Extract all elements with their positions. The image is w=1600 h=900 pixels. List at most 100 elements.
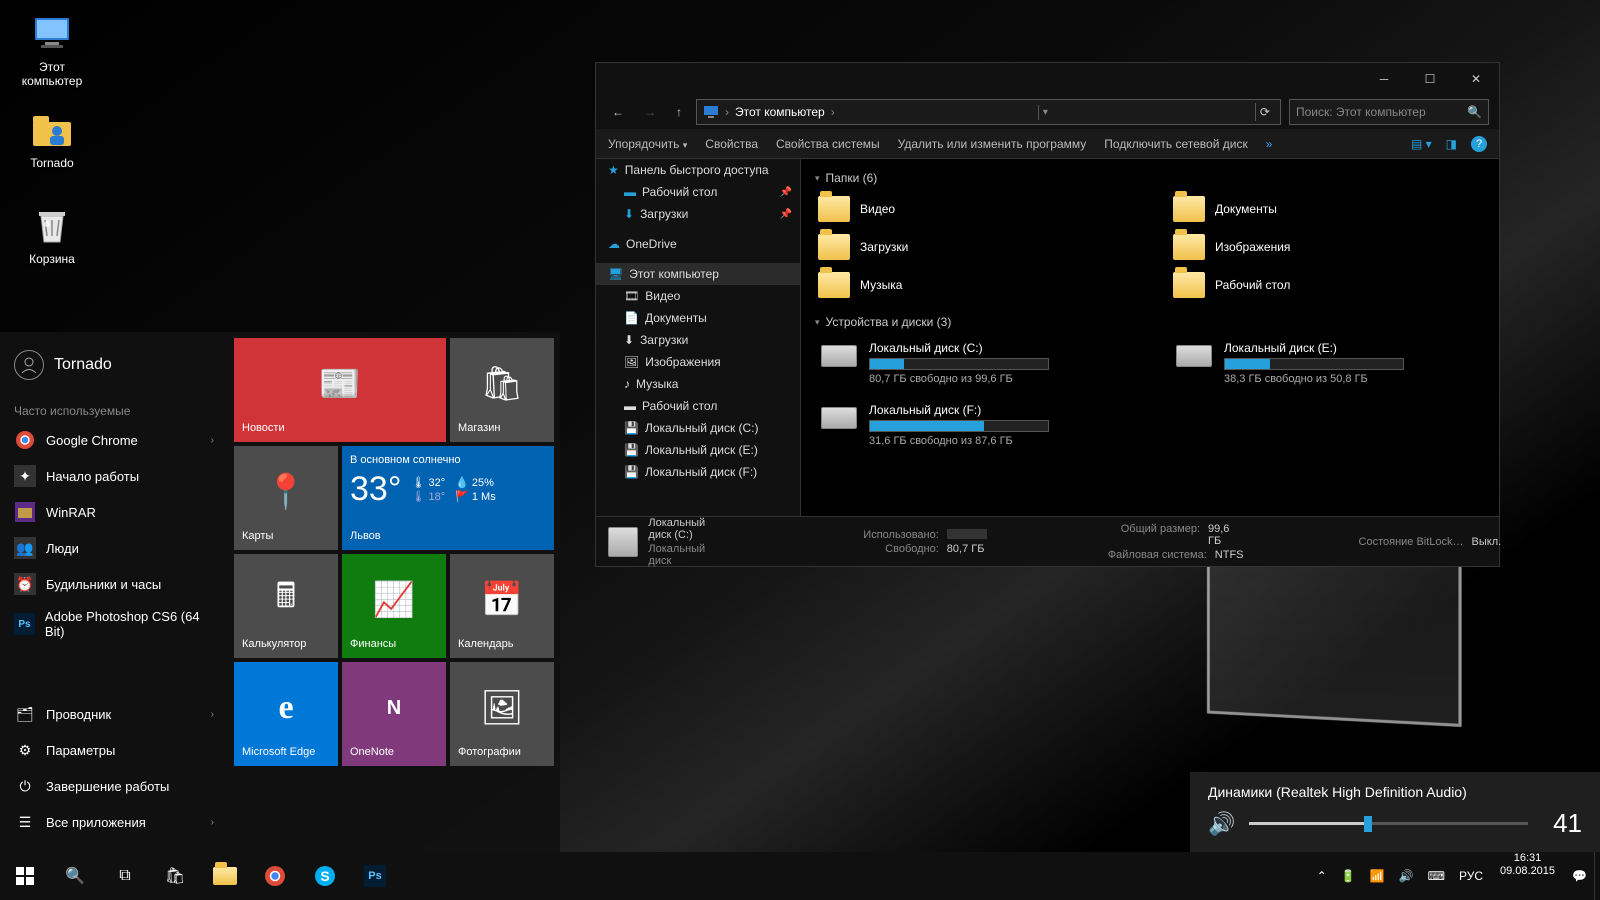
tile-calc[interactable]: 🖩Калькулятор [234, 554, 338, 658]
maximize-button[interactable]: ☐ [1407, 63, 1453, 95]
start-allapps[interactable]: ☰Все приложения› [8, 804, 220, 840]
tray-battery-icon[interactable]: 🔋 [1334, 852, 1363, 900]
cmd-properties[interactable]: Свойства [705, 137, 758, 151]
nav-music[interactable]: ♪Музыка [596, 373, 800, 395]
nav-pictures[interactable]: 🖼Изображения [596, 351, 800, 373]
refresh-button[interactable]: ⟳ [1255, 103, 1274, 121]
taskbar-search[interactable]: 🔍 [50, 852, 100, 900]
taskbar-explorer[interactable] [200, 852, 250, 900]
task-view-button[interactable]: ⧉ [100, 852, 150, 900]
folder-documents[interactable]: Документы [1170, 193, 1485, 225]
close-button[interactable]: ✕ [1453, 63, 1499, 95]
tile-news[interactable]: 📰Новости [234, 338, 446, 442]
tile-weather[interactable]: В основном солнечно 33° 🌡 32°🌡 18° 💧 25%… [342, 446, 554, 550]
details-free-val: 80,7 ГБ [947, 543, 985, 555]
start-user[interactable]: Tornado [8, 344, 220, 386]
details-used-label: Использовано: [819, 529, 939, 541]
taskbar-store[interactable]: 🛍 [150, 852, 200, 900]
details-fs-label: Файловая система: [1087, 549, 1207, 561]
start-button[interactable] [0, 852, 50, 900]
nav-this-pc[interactable]: 🖥Этот компьютер [596, 263, 800, 285]
tile-edge[interactable]: eMicrosoft Edge [234, 662, 338, 766]
help-icon[interactable]: ? [1471, 136, 1487, 152]
photoshop-icon: Ps [364, 865, 386, 887]
folder-downloads[interactable]: Загрузки [815, 231, 1130, 263]
app-getstarted[interactable]: ✦Начало работы [8, 458, 220, 494]
tile-onenote[interactable]: NOneNote [342, 662, 446, 766]
nav-quick-access[interactable]: ★Панель быстрого доступа [596, 159, 800, 181]
app-photoshop[interactable]: PsAdobe Photoshop CS6 (64 Bit) [8, 602, 220, 646]
start-settings[interactable]: ⚙Параметры [8, 732, 220, 768]
cmd-organize[interactable]: Упорядочить ▾ [608, 137, 687, 151]
tray-language[interactable]: РУС [1452, 852, 1490, 900]
tray-keyboard-icon[interactable]: ⌨ [1421, 852, 1452, 900]
taskbar-photoshop[interactable]: Ps [350, 852, 400, 900]
view-options-icon[interactable]: ▤ ▾ [1411, 137, 1432, 151]
volume-device: Динамики (Realtek High Definition Audio) [1208, 784, 1582, 800]
app-winrar[interactable]: WinRAR [8, 494, 220, 530]
search-input[interactable]: Поиск: Этот компьютер 🔍 [1289, 99, 1489, 125]
svg-text:S: S [320, 868, 329, 884]
folder-music[interactable]: Музыка [815, 269, 1130, 301]
photoshop-icon: Ps [14, 613, 35, 635]
tray-overflow[interactable]: ⌃ [1310, 852, 1334, 900]
tile-maps[interactable]: 📍Карты [234, 446, 338, 550]
details-name: Локальный диск (C:) [648, 517, 718, 541]
nav-desktop[interactable]: ▬Рабочий стол📌 [596, 181, 800, 203]
nav-desktop2[interactable]: ▬Рабочий стол [596, 395, 800, 417]
tray-action-center[interactable]: 💬 [1565, 852, 1594, 900]
start-explorer[interactable]: 🗂Проводник› [8, 696, 220, 732]
show-desktop-button[interactable] [1594, 852, 1600, 900]
nav-drive-e[interactable]: 💾Локальный диск (E:) [596, 439, 800, 461]
app-chrome[interactable]: Google Chrome› [8, 422, 220, 458]
cmd-map-drive[interactable]: Подключить сетевой диск [1104, 137, 1247, 151]
folder-pictures[interactable]: Изображения [1170, 231, 1485, 263]
tray-wifi-icon[interactable]: 📶 [1363, 852, 1392, 900]
minimize-button[interactable]: ─ [1361, 63, 1407, 95]
tile-photos[interactable]: 🖼Фотографии [450, 662, 554, 766]
breadcrumb-item[interactable]: Этот компьютер [735, 105, 825, 119]
volume-slider[interactable] [1249, 822, 1528, 825]
preview-pane-icon[interactable]: ◨ [1446, 137, 1457, 151]
folder-video[interactable]: Видео [815, 193, 1130, 225]
details-used-bar [947, 529, 987, 539]
details-type: Локальный диск [648, 543, 718, 567]
nav-video[interactable]: 🎞Видео [596, 285, 800, 307]
cmd-overflow[interactable]: » [1266, 137, 1273, 151]
nav-downloads2[interactable]: ⬇Загрузки [596, 329, 800, 351]
tile-finance[interactable]: 📈Финансы [342, 554, 446, 658]
power-icon: ⏻ [14, 775, 36, 797]
nav-drive-f[interactable]: 💾Локальный диск (F:) [596, 461, 800, 483]
forward-button[interactable]: → [638, 101, 662, 123]
drive-icon [819, 403, 859, 433]
breadcrumb-bar[interactable]: › Этот компьютер › ▾ ⟳ [696, 99, 1281, 125]
tray-volume-icon[interactable]: 🔊 [1392, 852, 1421, 900]
desktop-icon-this-pc[interactable]: Этот компьютер [12, 12, 92, 88]
tile-store[interactable]: 🛍Магазин [450, 338, 554, 442]
cmd-system-properties[interactable]: Свойства системы [776, 137, 880, 151]
app-alarms[interactable]: ⏰Будильники и часы [8, 566, 220, 602]
drive-c[interactable]: Локальный диск (C:)80,7 ГБ свободно из 9… [815, 337, 1130, 389]
cmd-uninstall[interactable]: Удалить или изменить программу [898, 137, 1087, 151]
start-power[interactable]: ⏻Завершение работы [8, 768, 220, 804]
up-button[interactable]: ↑ [670, 101, 688, 123]
tray-clock[interactable]: 16:3109.08.2015 [1490, 852, 1565, 900]
nav-documents[interactable]: 📄Документы [596, 307, 800, 329]
back-button[interactable]: ← [606, 101, 630, 123]
taskbar-skype[interactable]: S [300, 852, 350, 900]
nav-onedrive[interactable]: ☁OneDrive [596, 233, 800, 255]
desktop-icon-recycle[interactable]: Корзина [12, 204, 92, 266]
speaker-icon[interactable]: 🔊 [1208, 811, 1235, 837]
group-drives-header[interactable]: Устройства и диски (3) [815, 315, 1485, 329]
folder-desktop[interactable]: Рабочий стол [1170, 269, 1485, 301]
nav-drive-c[interactable]: 💾Локальный диск (C:) [596, 417, 800, 439]
desktop-icon-user[interactable]: Tornado [12, 108, 92, 170]
drive-f[interactable]: Локальный диск (F:)31,6 ГБ свободно из 8… [815, 399, 1130, 451]
nav-downloads[interactable]: ⬇Загрузки📌 [596, 203, 800, 225]
drive-e[interactable]: Локальный диск (E:)38,3 ГБ свободно из 5… [1170, 337, 1485, 389]
tile-calendar[interactable]: 📅Календарь [450, 554, 554, 658]
taskbar-chrome[interactable] [250, 852, 300, 900]
group-folders-header[interactable]: Папки (6) [815, 171, 1485, 185]
details-bitlocker-label: Состояние BitLock… [1344, 536, 1464, 548]
app-people[interactable]: 👥Люди [8, 530, 220, 566]
